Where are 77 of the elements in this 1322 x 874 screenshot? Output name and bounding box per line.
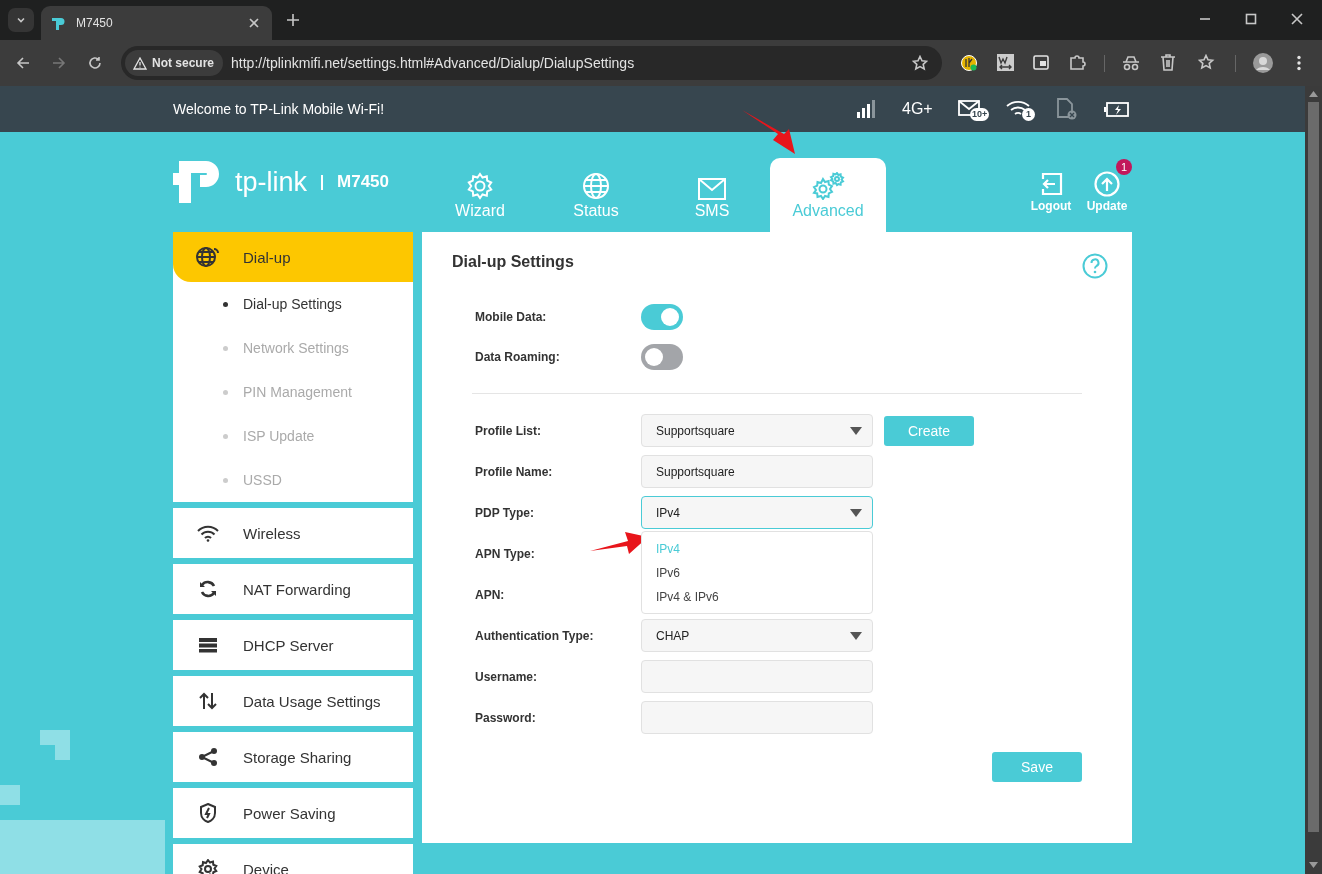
scroll-up-icon[interactable] [1309, 91, 1318, 97]
gear-icon [198, 859, 218, 874]
field-label: Profile Name: [475, 464, 554, 479]
caret-icon [850, 508, 862, 517]
field-label: APN Type: [475, 546, 536, 561]
dropdown-field[interactable]: CHAP [641, 619, 873, 652]
globe-icon [582, 172, 610, 200]
forward-icon[interactable] [51, 55, 67, 71]
security-chip[interactable]: Not secure [125, 50, 224, 76]
star-icon[interactable] [1198, 54, 1216, 71]
welcome-text: Welcome to TP-Link Mobile Wi-Fi! [173, 101, 385, 117]
field-label: Password: [475, 710, 537, 725]
new-tab-icon[interactable] [286, 13, 300, 27]
server-icon [198, 637, 218, 653]
dropdown-option[interactable]: IPv4 & IPv6 [642, 585, 872, 609]
gear-icon [466, 172, 494, 200]
share-icon [198, 747, 218, 767]
warning-icon [133, 56, 147, 70]
logo-icon [50, 15, 66, 31]
globe-icon [196, 246, 220, 268]
browser-tab[interactable]: M7450 [41, 6, 272, 40]
trash-icon[interactable] [1160, 54, 1176, 71]
shield-icon [199, 803, 217, 823]
incognito-icon[interactable] [1122, 55, 1140, 71]
tab-search-button[interactable] [8, 8, 34, 32]
close-icon[interactable] [248, 17, 260, 29]
url-text: http://tplinkmifi.net/settings.html#Advanced/Dialup/DialupSettings [231, 55, 635, 71]
star-icon[interactable] [912, 55, 928, 71]
notification-badge: 1 [1116, 159, 1132, 175]
scroll-down-icon[interactable] [1309, 862, 1318, 868]
wifi-icon [197, 524, 219, 542]
caret-icon [850, 631, 862, 640]
field-label: Mobile Data: [475, 310, 548, 324]
tab-title: M7450 [76, 16, 113, 30]
field-label: Profile List: [475, 423, 542, 438]
submenu-item[interactable]: Dial-up Settings [173, 282, 413, 326]
caret-icon [850, 426, 862, 435]
gears-icon [811, 172, 845, 200]
field-label: Authentication Type: [475, 628, 595, 643]
dropdown-field[interactable]: Supportsquare [641, 414, 873, 447]
extension-icon[interactable] [997, 54, 1014, 71]
envelope-icon [698, 178, 726, 200]
message-count: 10+ [970, 108, 990, 121]
wifi-icon [1006, 100, 1032, 118]
section-title: Dial-up Settings [452, 253, 575, 271]
field-label: Data Roaming: [475, 350, 561, 364]
brand-name: tp-link [235, 166, 308, 198]
field-label: PDP Type: [475, 505, 535, 520]
battery-icon [1104, 101, 1129, 117]
menu-icon[interactable] [1296, 55, 1302, 71]
input-field[interactable] [641, 701, 873, 734]
reload-icon[interactable] [87, 55, 103, 71]
input-field[interactable] [641, 660, 873, 693]
sync-icon [199, 580, 217, 598]
close-icon[interactable] [1291, 13, 1303, 25]
menu-item[interactable]: Dial-up [173, 232, 413, 282]
address-bar[interactable]: Not secure http://tplinkmifi.net/settings.html#Advanced/Dialup/DialupSettings [121, 46, 942, 80]
input-field[interactable]: Supportsquare [641, 455, 873, 488]
toggle-switch[interactable] [641, 304, 683, 330]
model-name: M7450 [337, 172, 389, 192]
field-label: Username: [475, 669, 539, 684]
extension-icon[interactable] [960, 54, 978, 72]
upload-icon [1094, 171, 1120, 197]
back-icon[interactable] [15, 55, 31, 71]
client-count: 1 [1022, 108, 1035, 121]
avatar[interactable] [1253, 53, 1273, 73]
toggle-switch[interactable] [641, 344, 683, 370]
dropdown-option[interactable]: IPv6 [642, 561, 872, 585]
signal-icon [857, 100, 876, 118]
dropdown-field[interactable]: IPv4 [641, 496, 873, 529]
sim-card-icon [1056, 98, 1078, 120]
field-label: APN: [475, 587, 506, 602]
network-type: 4G+ [902, 100, 933, 118]
maximize-icon[interactable] [1245, 13, 1257, 25]
picture-in-picture-icon[interactable] [1033, 55, 1049, 70]
up-down-arrows-icon [199, 692, 217, 710]
puzzle-icon[interactable] [1069, 54, 1086, 71]
